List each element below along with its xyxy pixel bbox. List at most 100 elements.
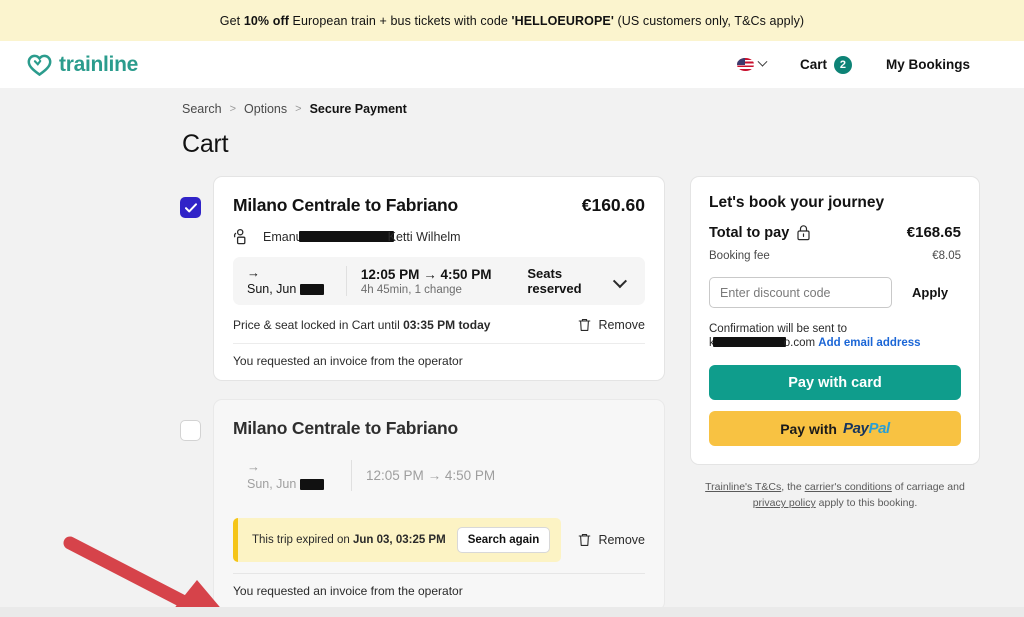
legal-mid-2: of carriage and xyxy=(892,481,965,493)
arrive-time: 4:50 PM xyxy=(440,267,491,282)
content-wrapper: Search > Options > Secure Payment Cart xyxy=(0,88,1024,617)
breadcrumb-options[interactable]: Options xyxy=(244,102,287,116)
cart-item-1: Milano Centrale to Fabriano €160.60 xyxy=(180,176,665,381)
main-area: Search > Options > Secure Payment Cart xyxy=(0,88,1024,607)
locked-row: Price & seat locked in Cart until 03:35 … xyxy=(233,318,645,332)
promo-middle: European train + bus tickets with code xyxy=(289,14,512,28)
chevron-down-icon xyxy=(758,57,768,67)
redaction-bar xyxy=(300,479,324,490)
leg-times-block: 12:05 PM → 4:50 PM xyxy=(366,468,541,483)
lock-icon xyxy=(796,224,811,241)
arrow-right-icon: → xyxy=(247,266,346,280)
trip-card-header: Milano Centrale to Fabriano €160.60 xyxy=(233,195,645,216)
passenger-row: Emanu Ketti Wilhelm xyxy=(233,228,645,245)
leg-times: 12:05 PM → 4:50 PM xyxy=(366,468,541,483)
total-label: Total to pay xyxy=(709,225,789,241)
email-suffix: o.com xyxy=(784,337,815,349)
leg-date-block: → Sun, Jun xyxy=(247,460,351,490)
arrow-right-icon: → xyxy=(247,460,351,474)
passenger-name-suffix: Ketti Wilhelm xyxy=(388,230,461,244)
divider xyxy=(346,266,347,296)
privacy-policy-link[interactable]: privacy policy xyxy=(753,497,816,509)
trip-card-expired: Milano Centrale to Fabriano → Sun, Jun xyxy=(213,399,665,610)
booking-fee-row: Booking fee €8.05 xyxy=(709,250,961,262)
redaction-bar xyxy=(299,231,394,242)
apply-discount-button[interactable]: Apply xyxy=(899,277,961,308)
summary-column: Let's book your journey Total to pay €16… xyxy=(690,176,980,617)
remove-label: Remove xyxy=(598,318,645,332)
confirmation-email-row: ko.com Add email address xyxy=(709,337,961,349)
search-again-button[interactable]: Search again xyxy=(457,527,551,553)
breadcrumb-search[interactable]: Search xyxy=(182,102,222,116)
trip-card-header: Milano Centrale to Fabriano xyxy=(233,418,645,439)
total-row: Total to pay €168.65 xyxy=(709,224,961,241)
cart-item-checkbox-unselected[interactable] xyxy=(180,420,201,441)
price-lock-time: 03:35 PM today xyxy=(403,318,490,332)
discount-row: Apply xyxy=(709,277,961,308)
trip-price: €160.60 xyxy=(582,195,645,216)
promo-banner: Get 10% off European train + bus tickets… xyxy=(0,0,1024,41)
paypal-logo-pay: Pay xyxy=(843,420,869,437)
confirmation-label: Confirmation will be sent to xyxy=(709,323,961,335)
my-bookings-link[interactable]: My Bookings xyxy=(886,57,970,72)
booking-fee-label: Booking fee xyxy=(709,250,770,262)
carrier-conditions-link[interactable]: carrier's conditions xyxy=(805,481,892,493)
redaction-bar xyxy=(300,284,324,295)
expired-row: This trip expired on Jun 03, 03:25 PM Se… xyxy=(233,518,645,562)
passenger-name-prefix: Emanu xyxy=(263,230,303,244)
leg-date-text: Sun, Jun xyxy=(247,477,296,491)
breadcrumb-separator: > xyxy=(295,103,301,115)
expired-datetime: Jun 03, 03:25 PM xyxy=(353,534,446,546)
redaction-bar xyxy=(713,337,786,347)
promo-prefix: Get xyxy=(220,14,244,28)
depart-time: 12:05 PM xyxy=(366,468,424,483)
legal-mid-3: apply to this booking. xyxy=(816,497,918,509)
leg-date-block: → Sun, Jun xyxy=(247,266,346,296)
trip-title: Milano Centrale to Fabriano xyxy=(233,418,458,439)
leg-date: Sun, Jun xyxy=(247,477,351,491)
journey-leg-row: → Sun, Jun 12:05 PM xyxy=(233,451,645,499)
promo-suffix: (US customers only, T&Cs apply) xyxy=(614,14,804,28)
price-lock-text: Price & seat locked in Cart until 03:35 … xyxy=(233,318,490,332)
pay-with-card-button[interactable]: Pay with card xyxy=(709,365,961,400)
booking-fee-amount: €8.05 xyxy=(932,250,961,262)
cart-label: Cart xyxy=(800,57,827,72)
trash-icon xyxy=(578,533,591,547)
booking-summary-panel: Let's book your journey Total to pay €16… xyxy=(690,176,980,465)
columns: Milano Centrale to Fabriano €160.60 xyxy=(0,176,1024,617)
cart-item-checkbox-selected[interactable] xyxy=(180,197,201,218)
trainline-logo[interactable]: trainline xyxy=(27,53,138,77)
remove-label: Remove xyxy=(598,533,645,547)
cart-item-2: Milano Centrale to Fabriano → Sun, Jun xyxy=(180,399,665,610)
locale-selector[interactable] xyxy=(737,58,766,71)
paypal-logo: PayPal xyxy=(843,420,890,437)
pay-with-paypal-button[interactable]: Pay with PayPal xyxy=(709,411,961,446)
leg-duration: 4h 45min, 1 change xyxy=(361,284,527,296)
time-arrow-icon: → xyxy=(423,267,437,282)
seat-status: Seats reserved xyxy=(527,266,615,296)
leg-date-text: Sun, Jun xyxy=(247,282,296,296)
discount-code-input[interactable] xyxy=(709,277,892,308)
leg-times: 12:05 PM → 4:50 PM xyxy=(361,267,527,282)
terms-link[interactable]: Trainline's T&Cs xyxy=(705,481,781,493)
header-nav: Cart 2 My Bookings xyxy=(737,56,1000,74)
cart-button[interactable]: Cart 2 xyxy=(800,56,852,74)
breadcrumb: Search > Options > Secure Payment xyxy=(182,102,1024,116)
passenger-names: Emanu Ketti Wilhelm xyxy=(263,230,461,244)
remove-button[interactable]: Remove xyxy=(578,533,645,547)
passengers-icon xyxy=(233,228,252,245)
breadcrumb-secure-payment: Secure Payment xyxy=(310,102,407,116)
arrive-time: 4:50 PM xyxy=(445,468,495,483)
breadcrumb-separator: > xyxy=(230,103,236,115)
remove-button[interactable]: Remove xyxy=(578,318,645,332)
journey-leg-row[interactable]: → Sun, Jun 12:05 PM xyxy=(233,257,645,305)
legal-mid-1: , the xyxy=(781,481,804,493)
trip-card: Milano Centrale to Fabriano €160.60 xyxy=(213,176,665,381)
add-email-address-link[interactable]: Add email address xyxy=(818,337,920,349)
site-header: trainline Cart 2 My Bookings xyxy=(0,41,1024,88)
promo-discount: 10% off xyxy=(244,14,289,28)
leg-date: Sun, Jun xyxy=(247,282,346,296)
legal-text: Trainline's T&Cs, the carrier's conditio… xyxy=(690,479,980,512)
trash-icon xyxy=(578,318,591,332)
price-lock-prefix: Price & seat locked in Cart until xyxy=(233,318,403,332)
